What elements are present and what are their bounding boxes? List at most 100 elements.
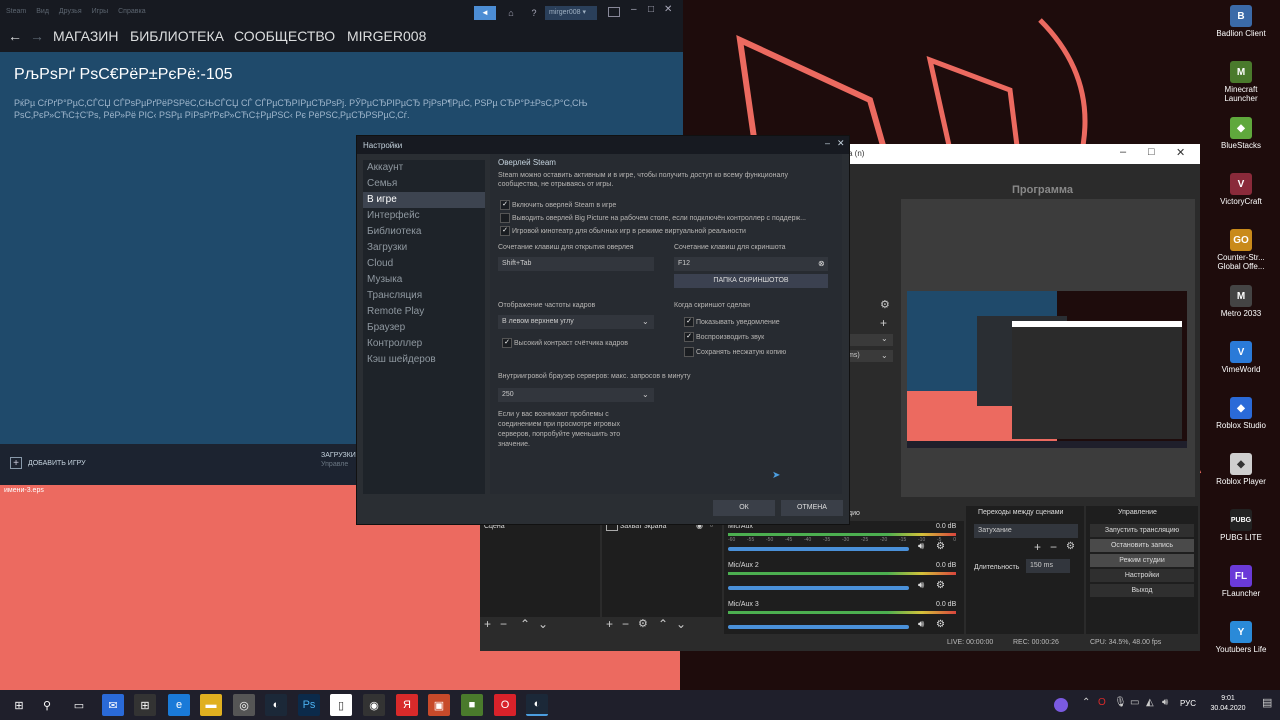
checkbox[interactable]: ✓ (500, 226, 510, 236)
downloads-label[interactable]: ЗАГРУЗКИ (321, 452, 356, 459)
duration-input[interactable]: 150 ms (1026, 559, 1070, 573)
gear-icon[interactable]: ⚙ (638, 617, 648, 630)
gear-icon[interactable]: ⚙ (880, 298, 890, 311)
desktop-icon[interactable]: PUBG PUBG LITE (1211, 509, 1271, 565)
announcement-button[interactable]: ◄ (474, 6, 496, 20)
network-icon[interactable]: ◭ (1146, 697, 1154, 708)
opera-tray-icon[interactable]: O (1098, 697, 1106, 708)
ok-button[interactable]: ОК (713, 500, 775, 516)
minus-icon[interactable]: − (622, 617, 629, 631)
desktop-icon[interactable]: ◆ BlueStacks (1211, 117, 1271, 173)
gear-icon[interactable]: ⚙ (936, 619, 945, 630)
desktop-icon[interactable]: V VictoryCraft (1211, 173, 1271, 229)
media-icon[interactable]: ◎ (233, 694, 255, 716)
clear-icon[interactable]: ⊗ (818, 257, 825, 271)
desktop-icon[interactable]: M Minecraft Launcher (1211, 61, 1271, 117)
chevron-down-icon[interactable]: ⌄ (538, 617, 548, 631)
cancel-button[interactable]: ОТМЕНА (781, 500, 843, 516)
vr-theater-option[interactable]: ✓ Игровой кинотеатр для обычных игр в ре… (500, 226, 746, 236)
battery-icon[interactable]: ▭ (1130, 697, 1139, 708)
desktop-icon[interactable]: FL FLauncher (1211, 565, 1271, 621)
sidebar-item-remote-play[interactable]: Remote Play (363, 304, 485, 320)
volume-slider[interactable] (728, 625, 909, 629)
volume-slider[interactable] (728, 547, 909, 551)
close-icon[interactable]: ✕ (1176, 146, 1185, 159)
minecraft-icon[interactable]: ■ (461, 694, 483, 716)
desktop-icon[interactable]: ◆ Roblox Player (1211, 453, 1271, 509)
partial-dropdown[interactable]: ⌄ (848, 334, 893, 346)
clock[interactable]: 9:01 30.04.2020 (1206, 694, 1250, 714)
gear-icon[interactable]: ⚙ (936, 541, 945, 552)
plus-icon[interactable]: + (606, 617, 613, 631)
mic-icon[interactable]: 🎙︎ (1114, 697, 1127, 708)
fps-select[interactable]: В левом верхнем углу ⌄ (498, 315, 654, 329)
bigpicture-icon[interactable] (608, 7, 620, 17)
settings-button[interactable]: Настройки (1090, 569, 1194, 582)
chevron-up-icon[interactable]: ⌃ (520, 617, 530, 631)
minus-icon[interactable]: − (1050, 540, 1057, 554)
menu-item[interactable]: Вид (36, 8, 49, 15)
notifications-icon[interactable]: ▤ (1262, 696, 1272, 709)
gear-icon[interactable]: ⚙ (936, 580, 945, 591)
fps-contrast-option[interactable]: ✓ Высокий контраст счётчика кадров (502, 338, 628, 348)
partial-dropdown[interactable]: ms) ⌄ (848, 350, 893, 362)
start-stream-button[interactable]: Запустить трансляцию (1090, 524, 1194, 537)
sidebar-item-music[interactable]: Музыка (363, 272, 485, 288)
checkbox[interactable]: ✓ (500, 200, 510, 210)
chevron-up-icon[interactable]: ⌃ (658, 617, 668, 631)
folder-icon[interactable]: ▬ (200, 694, 222, 716)
speaker-icon[interactable]: 🔊︎ (918, 619, 924, 630)
sidebar-item-interface[interactable]: Интерфейс (363, 208, 485, 224)
sidebar-item-browser[interactable]: Браузер (363, 320, 485, 336)
gear-icon[interactable]: ⚙ (1066, 541, 1075, 552)
obs-icon[interactable]: ◉ (363, 694, 385, 716)
bigpicture-overlay-option[interactable]: Выводить оверлей Big Picture на рабочем … (500, 213, 806, 223)
browser-select[interactable]: 250 ⌄ (498, 388, 654, 402)
account-dropdown[interactable]: mirger008 ▾ (545, 6, 597, 20)
plus-icon[interactable]: + (1034, 540, 1041, 554)
speaker-icon[interactable]: 🔊︎ (918, 541, 924, 552)
store-icon[interactable]: ⌂ (504, 6, 518, 20)
menu-item[interactable]: Игры (92, 8, 109, 15)
mail-icon[interactable]: ✉ (102, 694, 124, 716)
store-icon[interactable]: ⊞ (134, 694, 156, 716)
add-game-button[interactable]: ДОБАВИТЬ ИГРУ (28, 460, 86, 467)
stop-recording-button[interactable]: Остановить запись (1090, 539, 1194, 552)
exit-button[interactable]: Выход (1090, 584, 1194, 597)
close-icon[interactable]: ✕ (664, 4, 672, 15)
nav-profile[interactable]: MIRGER008 (347, 28, 426, 44)
sidebar-item-ingame[interactable]: В игре (363, 192, 485, 208)
sidebar-item-controller[interactable]: Контроллер (363, 336, 485, 352)
volume-icon[interactable]: 🔊︎ (1162, 697, 1168, 708)
checkbox[interactable]: ✓ (684, 332, 694, 342)
screenshot-folder-button[interactable]: ПАПКА СКРИНШОТОВ (674, 274, 828, 288)
steam-icon[interactable]: ◐ (265, 694, 287, 716)
desktop-icon[interactable]: ◆ Roblox Studio (1211, 397, 1271, 453)
minimize-icon[interactable]: – (631, 4, 637, 15)
studio-mode-button[interactable]: Режим студии (1090, 554, 1194, 567)
assistant-icon[interactable] (1054, 698, 1068, 712)
uncompressed-copy-option[interactable]: Сохранять несжатую копию (684, 347, 786, 357)
menu-item[interactable]: Справка (118, 8, 145, 15)
desktop-icon[interactable]: Y Youtubers Life (1211, 621, 1271, 677)
volume-slider[interactable] (728, 586, 909, 590)
transition-select[interactable]: Затухание (974, 524, 1078, 538)
sidebar-item-cloud[interactable]: Cloud (363, 256, 485, 272)
speaker-icon[interactable]: 🔊︎ (918, 580, 924, 591)
checkbox[interactable]: ✓ (684, 317, 694, 327)
checkbox[interactable] (684, 347, 694, 357)
menu-item[interactable]: Steam (6, 8, 26, 15)
desktop-file-label[interactable]: имени-3.eps (4, 487, 44, 494)
game-icon[interactable]: ▣ (428, 694, 450, 716)
nav-store[interactable]: МАГАЗИН (53, 28, 118, 44)
desktop-icon[interactable]: M Metro 2033 (1211, 285, 1271, 341)
overlay-enable-option[interactable]: ✓ Включить оверлей Steam в игре (500, 200, 616, 210)
plus-icon[interactable]: + (484, 617, 491, 631)
show-notification-option[interactable]: ✓ Показывать уведомление (684, 317, 780, 327)
task-view-icon[interactable]: ▭ (68, 694, 90, 716)
desktop-icon[interactable]: B Badlion Client (1211, 5, 1271, 61)
help-button[interactable]: ? (528, 6, 540, 20)
maximize-icon[interactable]: □ (648, 4, 654, 15)
minimize-icon[interactable]: – (1120, 146, 1126, 158)
close-icon[interactable]: ✕ (837, 138, 845, 149)
